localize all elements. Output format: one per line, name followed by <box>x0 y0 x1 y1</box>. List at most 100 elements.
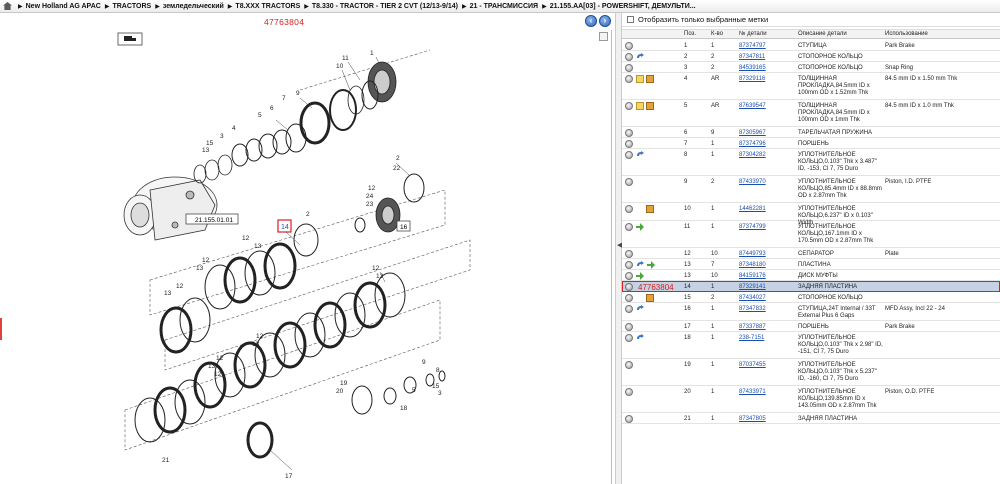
table-row[interactable]: 6 9 87305967 ТАРЕЛЬЧАТАЯ ПРУЖИНА <box>622 127 1000 138</box>
replacement-arrow-icon[interactable] <box>636 53 644 61</box>
part-number-link[interactable]: 14462281 <box>739 206 766 213</box>
green-arrow-icon[interactable] <box>647 261 655 269</box>
part-number-link[interactable]: 87347805 <box>739 416 766 423</box>
replacement-arrow-icon[interactable] <box>636 305 644 313</box>
table-row[interactable]: 17 1 87337887 ПОРШЕНЬ Park Brake <box>622 321 1000 332</box>
info-icon[interactable] <box>625 205 633 213</box>
info-icon[interactable] <box>625 388 633 396</box>
part-number-link[interactable]: 87434027 <box>739 295 766 302</box>
table-row[interactable]: 16 1 87347832 СТУПИЦА,24T Internal / 33T Ex… <box>622 303 1000 321</box>
replacement-arrow-icon[interactable] <box>636 151 644 159</box>
package-icon[interactable] <box>646 102 654 110</box>
table-row[interactable]: 5 AR 87639547 ТОЛЩИННАЯ ПРОКЛАДКА,84.5mm ID… <box>622 100 1000 127</box>
note-icon[interactable] <box>636 102 644 110</box>
part-number-link[interactable]: 87304282 <box>739 152 766 159</box>
table-row[interactable]: 21 1 87347805 ЗАДНЯЯ ПЛАСТИНА <box>622 413 1000 424</box>
info-icon[interactable] <box>625 75 633 83</box>
replacement-arrow-icon[interactable] <box>636 261 644 269</box>
table-row[interactable]: 8 1 87304282 УПЛОТНИТЕЛЬНОЕ КОЛЬЦО,0.103" T… <box>622 149 1000 176</box>
part-number-link[interactable]: 87374796 <box>739 141 766 148</box>
package-icon[interactable] <box>646 205 654 213</box>
table-row[interactable]: 3 2 84539165 СТОПОРНОЕ КОЛЬЦО Snap Ring <box>622 62 1000 73</box>
part-number-link[interactable]: 87374799 <box>739 224 766 231</box>
info-icon[interactable] <box>625 250 633 258</box>
info-icon[interactable] <box>625 261 633 269</box>
info-icon[interactable] <box>625 151 633 159</box>
info-icon[interactable] <box>625 323 633 331</box>
table-row[interactable]: 19 1 87037455 УПЛОТНИТЕЛЬНОЕ КОЛЬЦО,0.103" … <box>622 359 1000 386</box>
info-icon[interactable] <box>625 129 633 137</box>
home-icon[interactable] <box>3 2 12 10</box>
table-row[interactable]: 13 7 87348180 ПЛАСТИНА <box>622 259 1000 270</box>
exploded-parts-diagram[interactable]: 21.155.01.01 14 16 1 11 10 9 7 6 5 4 3 2… <box>0 30 597 484</box>
table-row[interactable]: 2 2 87347811 СТОПОРНОЕ КОЛЬЦО <box>622 51 1000 62</box>
table-row[interactable]: 18 1 238-7151 УПЛОТНИТЕЛЬНОЕ КОЛЬЦО,0.103" … <box>622 332 1000 359</box>
table-row[interactable]: 1 1 87374797 СТУПИЦА Park Brake <box>622 40 1000 51</box>
back-arrow-icon[interactable]: ‹ <box>585 15 597 27</box>
part-number-link[interactable]: 87337887 <box>739 324 766 331</box>
part-number-link[interactable]: 87037455 <box>739 362 766 369</box>
part-number-link[interactable]: 238-7151 <box>739 335 764 342</box>
selected-callout[interactable]: 14 <box>281 224 289 231</box>
breadcrumb-item[interactable]: T8.XXX TRACTORS <box>235 3 300 10</box>
info-icon[interactable] <box>625 272 633 280</box>
package-icon[interactable] <box>646 75 654 83</box>
breadcrumb-item[interactable]: 21.155.AA[03] - POWERSHIFT, ДЕМУЛЬТИ... <box>550 3 696 10</box>
part-number-link[interactable]: 84159176 <box>739 273 766 280</box>
info-icon[interactable] <box>625 53 633 61</box>
part-number-link[interactable]: 87433970 <box>739 179 766 186</box>
breadcrumb-item[interactable]: New Holland AG APAC <box>26 3 101 10</box>
part-number-link[interactable]: 87305967 <box>739 130 766 137</box>
column-header-qty[interactable]: К-во <box>711 31 723 37</box>
table-row[interactable]: 13 10 84159176 ДИСК МУФТЫ <box>622 270 1000 281</box>
info-icon[interactable] <box>625 102 633 110</box>
green-arrow-icon[interactable] <box>636 272 644 280</box>
table-row[interactable]: 20 1 87433971 УПЛОТНИТЕЛЬНОЕ КОЛЬЦО,139.85m… <box>622 386 1000 413</box>
breadcrumb-item[interactable]: земледельческий <box>163 3 224 10</box>
part-number-link[interactable]: 87449793 <box>739 251 766 258</box>
package-icon[interactable] <box>646 294 654 302</box>
info-icon[interactable] <box>625 305 633 313</box>
forward-arrow-icon[interactable]: › <box>599 15 611 27</box>
diagram-scrollbar[interactable] <box>597 30 611 484</box>
part-number-link[interactable]: 87348180 <box>739 262 766 269</box>
part-number-link[interactable]: 87329116 <box>739 76 765 83</box>
info-icon[interactable] <box>625 361 633 369</box>
table-row[interactable]: 47763804 14 1 87329141 ЗАДНЯЯ ПЛАСТИНА <box>622 281 1000 292</box>
info-icon[interactable] <box>625 140 633 148</box>
breadcrumb-item[interactable]: 21 - ТРАНСМИССИЯ <box>470 3 538 10</box>
table-row[interactable]: 4 AR 87329116 ТОЛЩИННАЯ ПРОКЛАДКА,84.5mm ID… <box>622 73 1000 100</box>
info-icon[interactable] <box>625 415 633 423</box>
show-selected-checkbox[interactable] <box>627 16 634 23</box>
part-number-link[interactable]: 87374797 <box>739 43 766 50</box>
part-number-link[interactable]: 87347811 <box>739 54 765 61</box>
part-number-link[interactable]: 87329141 <box>739 284 766 291</box>
part-number-link[interactable]: 87433971 <box>739 389 766 396</box>
green-arrow-icon[interactable] <box>636 223 644 231</box>
info-icon[interactable] <box>625 334 633 342</box>
table-row[interactable]: 11 1 87374799 УПЛОТНИТЕЛЬНОЕ КОЛЬЦО,167.1mm… <box>622 221 1000 248</box>
info-icon[interactable] <box>625 223 633 231</box>
note-icon[interactable] <box>636 75 644 83</box>
truck-icon[interactable] <box>117 32 143 46</box>
info-icon[interactable] <box>625 178 633 186</box>
column-header-part-number[interactable]: № детали <box>739 31 767 37</box>
table-row[interactable]: 9 2 87433970 УПЛОТНИТЕЛЬНОЕ КОЛЬЦО,85.4mm I… <box>622 176 1000 203</box>
replacement-arrow-icon[interactable] <box>636 334 644 342</box>
table-row[interactable]: 7 1 87374796 ПОРШЕНЬ <box>622 138 1000 149</box>
info-icon[interactable] <box>625 64 633 72</box>
table-row[interactable]: 12 10 87449793 СЕПАРАТОР Plate <box>622 248 1000 259</box>
column-header-description[interactable]: Описание детали <box>798 31 847 37</box>
breadcrumb-item[interactable]: TRACTORS <box>112 3 151 10</box>
callout-16[interactable]: 16 <box>400 224 408 231</box>
info-icon[interactable] <box>625 283 633 291</box>
panel-splitter[interactable]: ◀ <box>615 13 622 484</box>
table-row[interactable]: 10 1 14462281 УПЛОТНИТЕЛЬНОЕ КОЛЬЦО,6.237" … <box>622 203 1000 226</box>
scroll-toggle-button[interactable] <box>599 32 608 41</box>
part-number-link[interactable]: 84539165 <box>739 65 766 72</box>
column-header-usage[interactable]: Использование <box>885 31 928 37</box>
column-header-pos[interactable]: Поз. <box>684 31 696 37</box>
table-row[interactable]: 15 2 87434027 СТОПОРНОЕ КОЛЬЦО <box>622 292 1000 303</box>
info-icon[interactable] <box>625 294 633 302</box>
breadcrumb-item[interactable]: T8.330 - TRACTOR - TIER 2 CVT (12/13-9/1… <box>312 3 458 10</box>
